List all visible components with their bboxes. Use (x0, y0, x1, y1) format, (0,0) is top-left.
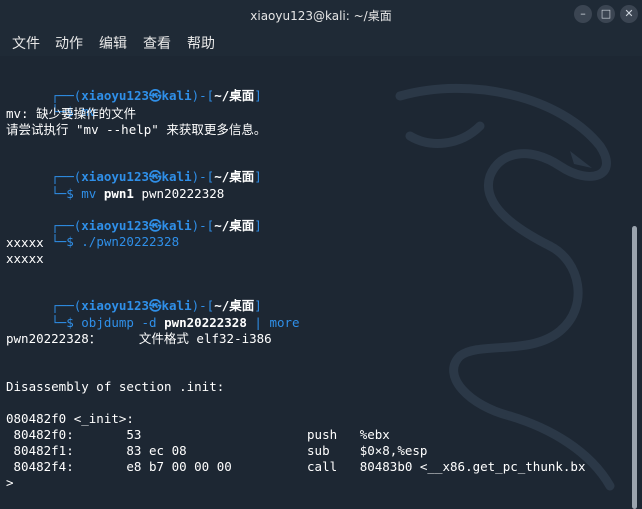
command-text: ./pwn20222328 (81, 234, 180, 249)
prompt-path: ~/桌面 (214, 218, 255, 233)
prompt-bracket: ] (254, 218, 262, 233)
prompt-bracket: ] (254, 88, 262, 103)
output-line: 请尝试执行 "mv --help" 来获取更多信息。 (6, 122, 267, 137)
command-text: objdump -d (81, 315, 157, 330)
window-title: xiaoyu123@kali: ~/桌面 (250, 9, 392, 23)
maximize-button[interactable]: □ (597, 5, 615, 23)
menu-file[interactable]: 文件 (12, 33, 40, 53)
prompt-bracket: )-[ (191, 88, 215, 103)
prompt-path: ~/桌面 (214, 88, 255, 103)
output-line: mv: 缺少要操作的文件 (6, 106, 137, 121)
menu-help[interactable]: 帮助 (187, 33, 215, 53)
prompt-user: xiaoyu123㉿kali (81, 88, 192, 103)
prompt-symbol: └─$ (51, 315, 74, 330)
menu-view[interactable]: 查看 (143, 33, 171, 53)
output-line: pwn20222328： 文件格式 elf32-i386 (6, 331, 272, 346)
output-line: xxxxx (6, 251, 44, 266)
command-text: mv (81, 186, 97, 201)
menu-edit[interactable]: 编辑 (99, 33, 127, 53)
prompt-bracket: )-[ (191, 218, 215, 233)
command-arg: pwn20222328 (164, 315, 247, 330)
prompt-symbol: └─$ (51, 234, 74, 249)
terminal-output[interactable]: ┌──(xiaoyu123㉿kali)-[~/桌面] └─$ mv mv: 缺少… (0, 56, 628, 509)
command-arg: pwn20222328 (141, 186, 225, 201)
scrollbar[interactable] (628, 56, 642, 509)
title-bar: xiaoyu123@kali: ~/桌面 – □ ✕ (0, 0, 642, 28)
output-line: Disassembly of section .init: (6, 379, 225, 394)
prompt-bracket: ] (254, 169, 262, 184)
command-arg: pwn1 (103, 186, 134, 201)
output-line: xxxxx (6, 235, 44, 250)
command-pipe: | (254, 315, 262, 330)
terminal-window: xiaoyu123@kali: ~/桌面 – □ ✕ 文件 动作 编辑 查看 帮… (0, 0, 642, 509)
command-text: more (269, 315, 300, 330)
disasm-row: 80482f4: e8 b7 00 00 00 call 80483b0 <__… (6, 459, 586, 474)
disasm-row: 80482f1: 83 ec 08 sub $0×8,%esp (6, 443, 428, 458)
close-button[interactable]: ✕ (620, 5, 638, 23)
scrollbar-thumb[interactable] (632, 226, 637, 509)
prompt-symbol: └─$ (51, 186, 74, 201)
menu-bar: 文件 动作 编辑 查看 帮助 (0, 28, 642, 56)
menu-action[interactable]: 动作 (55, 33, 83, 53)
minimize-button[interactable]: – (574, 5, 592, 23)
disasm-row: 80482f0: 53 push %ebx (6, 427, 390, 442)
pager-prompt[interactable]: > (6, 475, 14, 491)
output-line: 080482f0 <_init>: (6, 411, 134, 426)
